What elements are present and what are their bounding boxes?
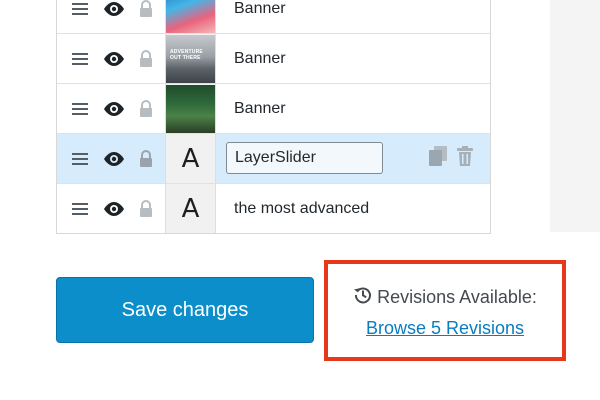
duplicate-icon[interactable] xyxy=(429,146,447,171)
eye-icon[interactable] xyxy=(99,134,129,183)
eye-icon[interactable] xyxy=(99,84,129,133)
layer-row[interactable]: Banner xyxy=(57,0,490,33)
browse-revisions-link[interactable]: Browse 5 Revisions xyxy=(366,318,524,339)
lock-icon[interactable] xyxy=(135,34,157,83)
layer-name-input[interactable] xyxy=(226,142,383,174)
layer-thumbnail-cell[interactable] xyxy=(165,84,216,133)
lock-icon[interactable] xyxy=(135,134,157,183)
layer-thumbnail-cell[interactable]: ADVENTURE OUT THERE xyxy=(165,34,216,83)
trash-icon[interactable] xyxy=(457,146,473,171)
thumbnail-caption: ADVENTURE OUT THERE xyxy=(170,48,203,61)
layer-name[interactable]: the most advanced xyxy=(234,184,369,233)
text-layer-icon: A xyxy=(181,143,200,174)
layers-list: Banner ADVENTURE OUT THERE Banner Banner… xyxy=(56,0,491,234)
drag-handle-icon[interactable] xyxy=(67,84,93,133)
lock-icon[interactable] xyxy=(135,0,157,33)
drag-handle-icon[interactable] xyxy=(67,34,93,83)
right-side-panel xyxy=(550,0,600,232)
text-layer-icon: A xyxy=(181,193,200,224)
drag-handle-icon[interactable] xyxy=(67,0,93,33)
drag-handle-icon[interactable] xyxy=(67,184,93,233)
layer-name[interactable]: Banner xyxy=(234,0,286,33)
history-icon xyxy=(353,285,373,310)
lock-icon[interactable] xyxy=(135,184,157,233)
layer-name[interactable]: Banner xyxy=(234,34,286,83)
lock-icon[interactable] xyxy=(135,84,157,133)
layer-row[interactable]: A the most advanced xyxy=(57,183,490,233)
save-changes-button[interactable]: Save changes xyxy=(56,277,314,343)
banner-thumbnail-2: ADVENTURE OUT THERE xyxy=(166,34,215,83)
layer-thumbnail-cell[interactable]: A xyxy=(165,184,216,233)
banner-thumbnail-3 xyxy=(166,84,215,133)
banner-thumbnail-1 xyxy=(166,0,215,33)
layer-thumbnail-cell[interactable] xyxy=(165,0,216,33)
layer-row[interactable]: Banner xyxy=(57,83,490,133)
eye-icon[interactable] xyxy=(99,34,129,83)
layer-row-active[interactable]: A xyxy=(57,133,490,183)
layer-row[interactable]: ADVENTURE OUT THERE Banner xyxy=(57,33,490,83)
revisions-title: Revisions Available: xyxy=(377,286,537,307)
revisions-heading: Revisions Available: xyxy=(353,285,537,310)
row-actions xyxy=(429,134,473,183)
drag-handle-icon[interactable] xyxy=(67,134,93,183)
revisions-panel: Revisions Available: Browse 5 Revisions xyxy=(324,260,566,361)
layer-name[interactable]: Banner xyxy=(234,84,286,133)
eye-icon[interactable] xyxy=(99,184,129,233)
eye-icon[interactable] xyxy=(99,0,129,33)
layer-thumbnail-cell[interactable]: A xyxy=(165,134,216,183)
